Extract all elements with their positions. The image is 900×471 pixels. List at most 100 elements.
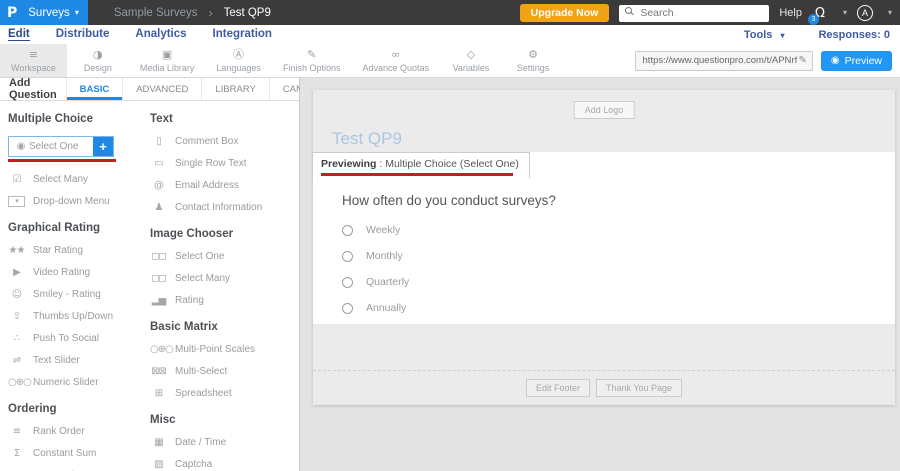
toolbar-design[interactable]: ◑ Design [67, 44, 129, 77]
option-annually[interactable]: Annually [342, 302, 895, 314]
question-type-label: Constant Sum [33, 448, 96, 459]
option-weekly[interactable]: Weekly [342, 224, 895, 236]
survey-title[interactable]: Test QP9 [332, 129, 402, 149]
breadcrumb-separator-icon: › [209, 6, 213, 20]
nav-tab-analytics[interactable]: Analytics [135, 28, 186, 41]
chevron-down-icon: ▾ [75, 8, 79, 17]
nav-tab-integration[interactable]: Integration [213, 28, 272, 41]
preview-button[interactable]: ◉ Preview [821, 51, 892, 71]
toolbar-workspace[interactable]: ≡ Workspace [0, 44, 67, 77]
question-type-numeric-slider[interactable]: ○⊕○ Numeric Slider [8, 377, 150, 388]
add-question-plus-button[interactable]: + [93, 137, 113, 156]
search-input[interactable] [619, 5, 769, 22]
numeric-slider-icon: ○⊕○ [8, 377, 25, 388]
radio-icon[interactable] [342, 303, 353, 314]
chevron-down-icon[interactable]: ▾ [843, 8, 847, 17]
help-link[interactable]: Help [779, 7, 802, 19]
question-type-dropdown-menu[interactable]: ▾ Drop-down Menu [8, 196, 150, 207]
question-type-email-address[interactable]: @ Email Address [150, 180, 299, 191]
notification-badge: 3 [808, 14, 819, 25]
edit-url-icon[interactable]: ✎ [799, 55, 807, 66]
question-type-smiley-rating[interactable]: ☺ Smiley - Rating [8, 289, 150, 300]
survey-url-input[interactable] [641, 54, 799, 67]
question-type-multi-point-scales[interactable]: ○⊕○ Multi-Point Scales [150, 344, 299, 355]
multi-select-icon: ⊠⊠ [150, 366, 167, 377]
notifications-button[interactable]: Ω 3 [812, 4, 828, 22]
previewing-label: Previewing [321, 158, 376, 170]
captcha-icon: ▨ [150, 459, 167, 470]
question-type-star-rating[interactable]: ★★ Star Rating [8, 245, 150, 256]
question-type-single-row-text[interactable]: ▭ Single Row Text [150, 158, 299, 169]
question-type-image-select-one[interactable]: ◻◻ Select One [150, 251, 299, 262]
question-type-video-rating[interactable]: ▶ Video Rating [8, 267, 150, 278]
chevron-down-icon[interactable]: ▾ [888, 8, 892, 17]
thank-you-page-button[interactable]: Thank You Page [596, 379, 682, 397]
question-type-text-slider[interactable]: ⇌ Text Slider [8, 355, 150, 366]
question-type-rank-order[interactable]: ≡ Rank Order [8, 426, 150, 437]
workspace-icon: ≡ [29, 49, 38, 61]
add-logo-button[interactable]: Add Logo [574, 101, 635, 119]
tab-library[interactable]: LIBRARY [201, 78, 268, 100]
search-box [619, 3, 769, 22]
calendar-clock-icon: ▦ [150, 437, 167, 448]
question-type-label: Thumbs Up/Down [33, 311, 113, 322]
question-type-label: Contact Information [175, 202, 262, 213]
toolbar-settings[interactable]: ⚙ Settings [502, 44, 564, 77]
upgrade-now-button[interactable]: Upgrade Now [520, 4, 610, 22]
question-type-push-to-social[interactable]: ∴ Push To Social [8, 333, 150, 344]
dropdown-icon: ▾ [8, 196, 25, 207]
responses-count[interactable]: Responses: 0 [818, 29, 890, 41]
question-type-label: Select Many [33, 174, 88, 185]
toolbar-advance-quotas[interactable]: ∞ Advance Quotas [351, 44, 440, 77]
annotation-underline [321, 173, 513, 176]
option-label: Weekly [366, 224, 400, 236]
nav-tab-edit[interactable]: Edit [8, 28, 30, 41]
question-type-date-time[interactable]: ▦ Date / Time [150, 437, 299, 448]
question-text[interactable]: How often do you conduct surveys? [342, 193, 895, 208]
question-type-select-many[interactable]: ☑ Select Many [8, 174, 150, 185]
tools-label: Tools [744, 29, 773, 41]
quota-links-icon: ∞ [391, 49, 400, 61]
radio-icon[interactable] [342, 277, 353, 288]
section-nav: Edit Distribute Analytics Integration To… [0, 25, 900, 44]
product-menu[interactable]: P Surveys ▾ [0, 0, 88, 25]
avatar[interactable]: A [857, 5, 873, 21]
question-type-contact-information[interactable]: ♟ Contact Information [150, 202, 299, 213]
edit-footer-button[interactable]: Edit Footer [526, 379, 590, 397]
question-type-thumbs-up-down[interactable]: ⇧ Thumbs Up/Down [8, 311, 150, 322]
option-quarterly[interactable]: Quarterly [342, 276, 895, 288]
question-type-image-select-many[interactable]: ◻◻ Select Many [150, 273, 299, 284]
question-type-image-rating[interactable]: ▂▅ Rating [150, 295, 299, 306]
option-label: Annually [366, 302, 406, 314]
radio-icon[interactable] [342, 251, 353, 262]
toolbar-languages[interactable]: Ⓐ Languages [205, 44, 272, 77]
toolbar-label: Advance Quotas [362, 63, 429, 73]
breadcrumb-parent[interactable]: Sample Surveys [114, 7, 198, 19]
toolbar-variables[interactable]: ◇ Variables [440, 44, 502, 77]
radio-icon[interactable] [342, 225, 353, 236]
section-misc: Misc [150, 414, 299, 426]
tab-basic[interactable]: BASIC [66, 78, 123, 100]
survey-footer-band: Edit Footer Thank You Page [313, 324, 895, 405]
option-monthly[interactable]: Monthly [342, 250, 895, 262]
sigma-icon: Σ [8, 448, 25, 459]
question-type-captcha[interactable]: ▨ Captcha [150, 459, 299, 470]
question-type-label: Select Many [175, 273, 230, 284]
nav-tab-distribute[interactable]: Distribute [56, 28, 110, 41]
palette-icon: ◑ [93, 49, 103, 61]
toolbar-media-library[interactable]: ▣ Media Library [129, 44, 206, 77]
tools-dropdown[interactable]: Tools ▾ [744, 29, 785, 41]
question-type-constant-sum[interactable]: Σ Constant Sum [8, 448, 150, 459]
question-type-comment-box[interactable]: ▯ Comment Box [150, 136, 299, 147]
question-type-label: Select One [175, 251, 224, 262]
tab-advanced[interactable]: ADVANCED [122, 78, 201, 100]
previewing-value: : Multiple Choice (Select One) [376, 158, 518, 170]
question-type-multi-select[interactable]: ⊠⊠ Multi-Select [150, 366, 299, 377]
thumb-icon: ⇧ [8, 311, 25, 322]
question-type-label: Multi-Point Scales [175, 344, 255, 355]
question-type-label: Push To Social [33, 333, 99, 344]
question-type-spreadsheet[interactable]: ⊞ Spreadsheet [150, 388, 299, 399]
question-type-select-one[interactable]: ◉ Select One + [8, 136, 114, 157]
annotation-underline [8, 159, 116, 162]
toolbar-finish-options[interactable]: ✎ Finish Options [272, 44, 352, 77]
